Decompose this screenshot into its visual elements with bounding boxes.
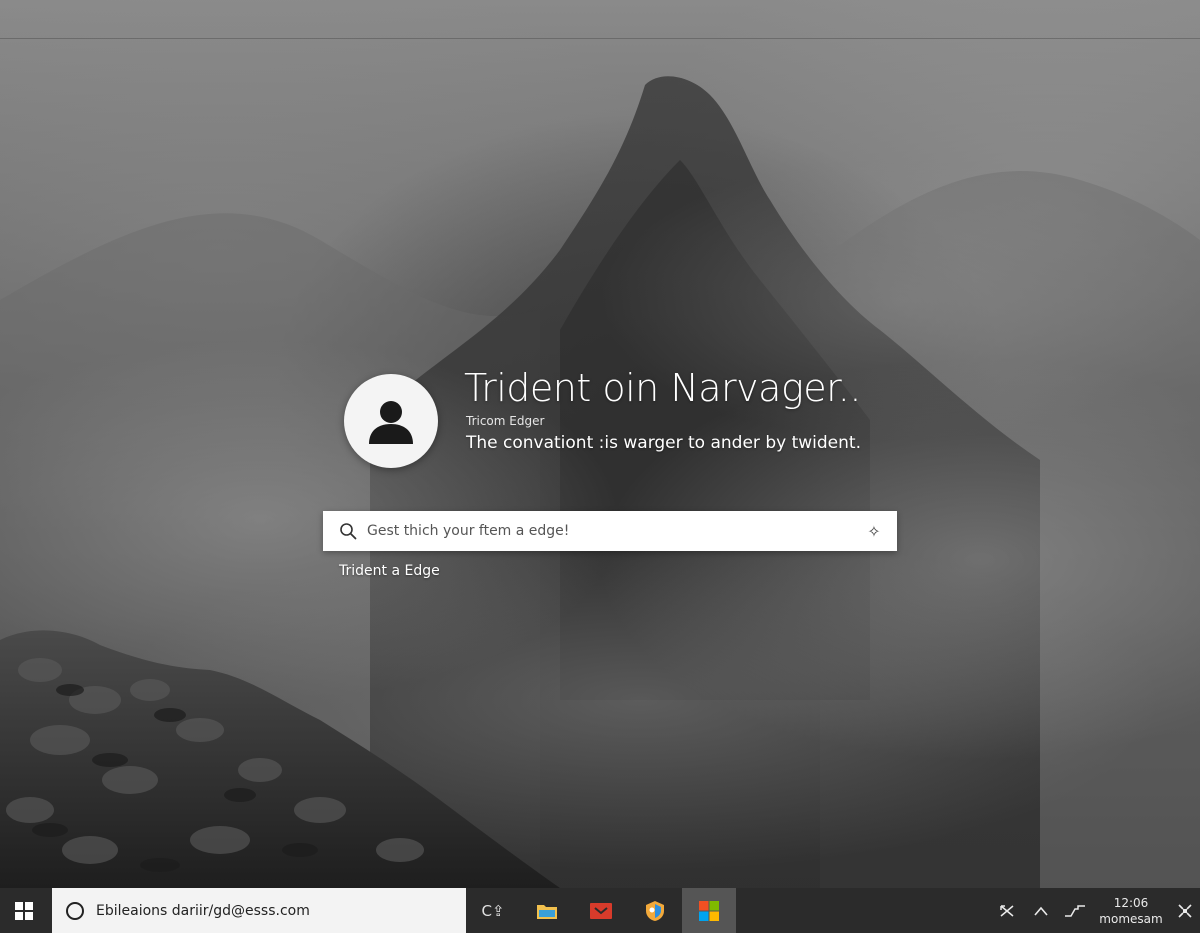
user-icon (369, 401, 413, 444)
network-glyph (1000, 904, 1014, 917)
shield-app-button[interactable] (628, 888, 682, 933)
top-divider (0, 38, 1200, 39)
clock-time: 12:06 (1113, 895, 1149, 910)
folder-icon (537, 904, 557, 919)
pen-glyph (1065, 904, 1085, 917)
taskbar-search-text: Ebileaions dariir/gd@esss.com (96, 902, 310, 919)
store-button[interactable] (682, 888, 736, 933)
notification-icon[interactable] (1170, 888, 1200, 933)
clock[interactable]: 12:06 momesam (1092, 888, 1170, 933)
page-title: Trident oin Narvager.. (464, 366, 861, 410)
user-avatar[interactable] (344, 374, 438, 468)
red-app-button[interactable] (574, 888, 628, 933)
task-view-button[interactable]: C⇪ (466, 888, 520, 933)
pen-icon[interactable] (1058, 888, 1092, 933)
notification-glyph (1178, 903, 1192, 918)
taskbar: Ebileaions dariir/gd@esss.com C⇪ 12:06 m… (0, 888, 1200, 933)
red-app-icon (590, 902, 612, 919)
search-input[interactable] (367, 523, 865, 539)
task-view-label: C⇪ (481, 901, 505, 920)
system-tray: 12:06 momesam (990, 888, 1200, 933)
search-box[interactable]: ✧ (323, 511, 897, 551)
clock-date: momesam (1099, 911, 1163, 926)
store-icon (699, 900, 719, 921)
network-icon[interactable] (990, 888, 1024, 933)
file-explorer-button[interactable] (520, 888, 574, 933)
chevron-up-glyph (1034, 906, 1048, 916)
sparkle-icon[interactable]: ✧ (865, 522, 883, 541)
start-button[interactable] (0, 888, 48, 933)
shield-app-icon (646, 900, 664, 921)
subtitle: Tricom Edger (466, 414, 545, 428)
taskbar-search[interactable]: Ebileaions dariir/gd@esss.com (52, 888, 466, 933)
cortana-icon (66, 901, 84, 920)
search-icon (340, 523, 357, 540)
desktop-screen: Trident oin Narvager.. Tricom Edger The … (0, 0, 1200, 933)
windows-logo-icon (15, 901, 33, 920)
edge-link[interactable]: Trident a Edge (339, 563, 440, 579)
chevron-up-icon[interactable] (1024, 888, 1058, 933)
description-text: The convationt :is warger to ander by tw… (466, 433, 861, 453)
